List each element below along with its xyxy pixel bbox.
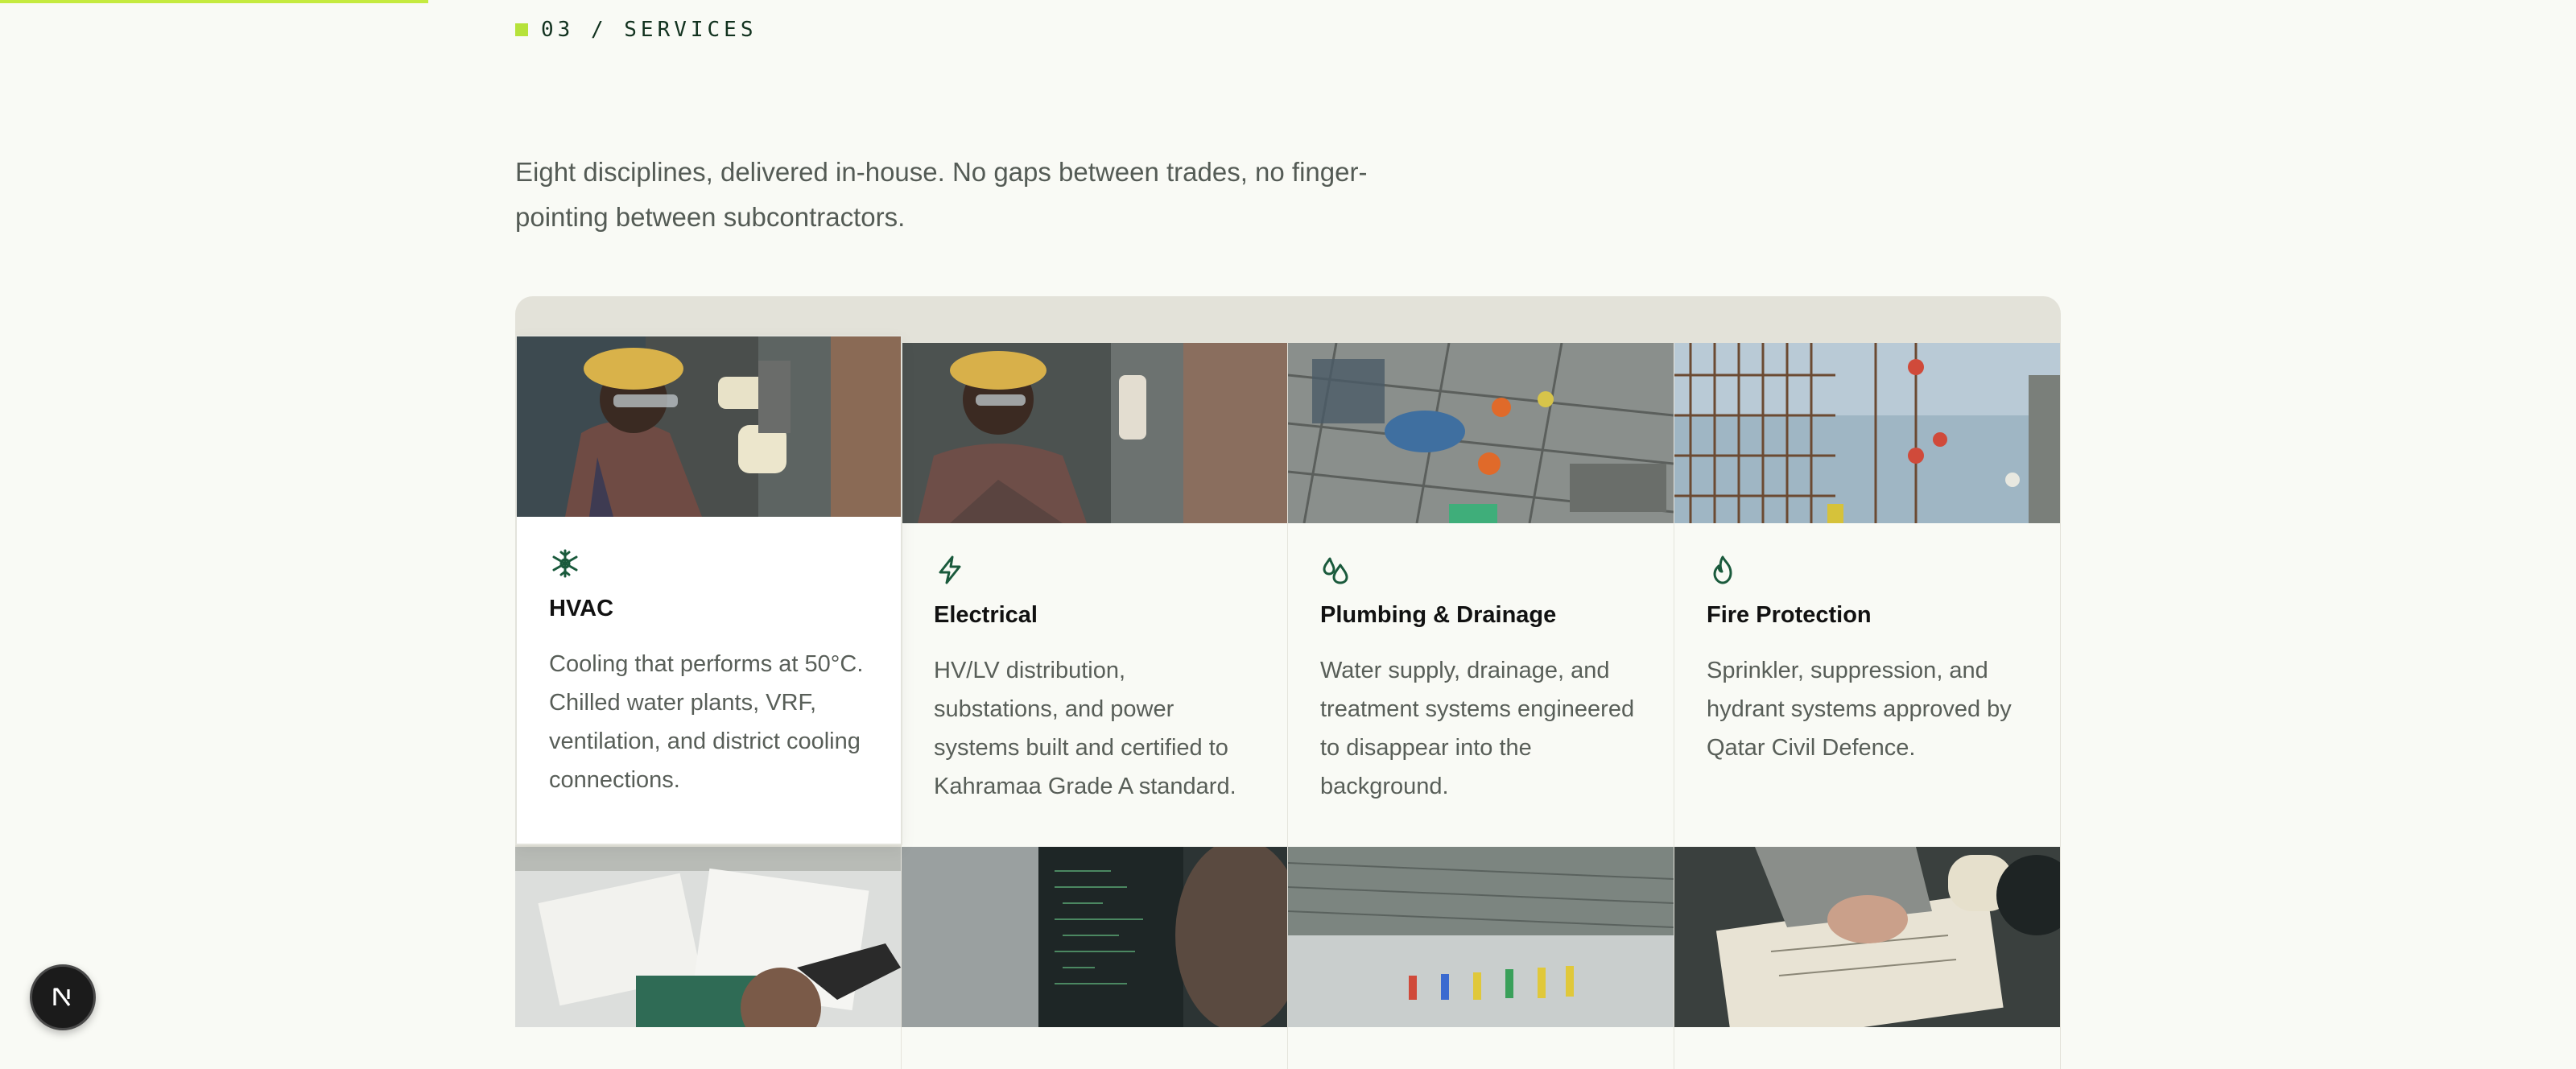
service-title: HVAC xyxy=(549,596,614,621)
service-card-electrical[interactable]: Electrical HV/LV distribution, substatio… xyxy=(902,343,1289,848)
section-eyebrow: 03 / SERVICES xyxy=(515,18,758,42)
fire-protection-card-body: Fire Protection Sprinkler, suppression, … xyxy=(1674,523,2060,799)
section-label-text: 03 / SERVICES xyxy=(541,18,758,42)
accent-square xyxy=(515,23,528,36)
service-description: HV/LV distribution, substations, and pow… xyxy=(934,658,1236,799)
design-image xyxy=(515,847,901,1027)
site-team-image xyxy=(1288,847,1674,1027)
service-card-plumbing[interactable]: Plumbing & Drainage Water supply, draina… xyxy=(1288,343,1675,848)
service-card-row2-2[interactable] xyxy=(902,847,1289,1069)
service-card-row2-1[interactable] xyxy=(515,847,902,1069)
electrical-image xyxy=(902,343,1287,523)
service-description: Sprinkler, suppression, and hydrant syst… xyxy=(1707,658,2012,761)
flame-icon xyxy=(1707,554,1739,586)
fire-protection-image xyxy=(1674,343,2060,523)
electrical-card-body: Electrical HV/LV distribution, substatio… xyxy=(902,523,1287,838)
service-card-fire-protection[interactable]: Fire Protection Sprinkler, suppression, … xyxy=(1674,343,2060,848)
plumbing-card-body: Plumbing & Drainage Water supply, draina… xyxy=(1288,523,1674,838)
service-title: Electrical xyxy=(934,602,1038,628)
section-intro: Eight disciplines, delivered in-house. N… xyxy=(515,157,1368,232)
drafting-image xyxy=(1674,847,2060,1027)
service-card-row2-4[interactable] xyxy=(1674,847,2060,1069)
bms-image xyxy=(902,847,1287,1027)
service-card-hvac[interactable]: HVAC Cooling that performs at 50°C. Chil… xyxy=(515,335,902,845)
snowflake-icon xyxy=(549,547,581,580)
hvac-image xyxy=(517,336,901,517)
n-logo-icon xyxy=(53,988,71,1006)
service-title: Plumbing & Drainage xyxy=(1320,602,1557,628)
scroll-progress-bar xyxy=(0,0,428,3)
nextjs-dev-badge[interactable] xyxy=(30,964,96,1030)
service-description: Cooling that performs at 50°C. Chilled w… xyxy=(549,651,864,793)
service-title: Fire Protection xyxy=(1707,602,1872,628)
droplets-icon xyxy=(1320,554,1352,586)
hvac-card-body: HVAC Cooling that performs at 50°C. Chil… xyxy=(517,517,901,832)
service-description: Water supply, drainage, and treatment sy… xyxy=(1320,658,1635,799)
lightning-icon xyxy=(934,554,966,586)
service-card-row2-3[interactable] xyxy=(1288,847,1675,1069)
services-grid: HVAC Cooling that performs at 50°C. Chil… xyxy=(515,296,2061,1069)
plumbing-image xyxy=(1288,343,1674,523)
